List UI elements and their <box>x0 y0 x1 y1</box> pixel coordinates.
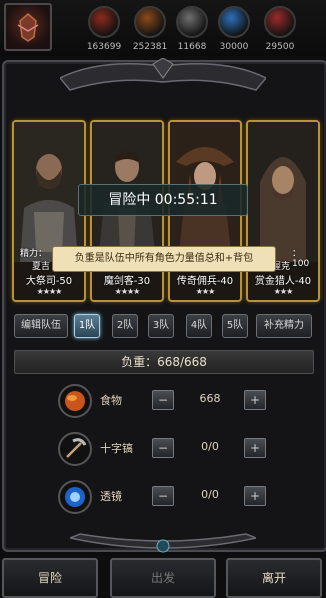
decrease-button[interactable]: − <box>152 486 174 506</box>
depart-button[interactable]: 出发 <box>110 558 216 598</box>
energy-label: 精力： <box>20 249 48 259</box>
pickaxe-icon <box>58 432 92 466</box>
load-capacity: 负重：668/668 <box>14 350 314 374</box>
item-name: 十字镐 <box>100 442 133 455</box>
decrease-button[interactable]: − <box>152 438 174 458</box>
food-resource[interactable]: 163699 <box>82 6 126 52</box>
character-stars-4: ★★★ <box>273 287 294 296</box>
character-name-4: 赏金猎人-40 <box>254 276 312 287</box>
character-stars-2: ★★★★ <box>114 287 141 296</box>
ore-resource[interactable]: 11668 <box>170 6 214 52</box>
tab-team-5[interactable]: 5队 <box>222 314 248 338</box>
wood-icon <box>134 6 166 38</box>
character-name-1: 大祭司-50 <box>25 276 73 287</box>
tab-team-4[interactable]: 4队 <box>186 314 212 338</box>
item-amount: 668 <box>199 392 221 405</box>
food-icon <box>58 384 92 418</box>
crystal-resource[interactable]: 30000 <box>212 6 256 52</box>
item-name: 透镜 <box>100 490 122 503</box>
character-name-2: 魔剑客-30 <box>103 276 151 287</box>
increase-button[interactable]: + <box>244 438 266 458</box>
adventure-button[interactable]: 冒险 <box>2 558 98 598</box>
top-ornament <box>60 58 266 91</box>
tab-team-2[interactable]: 2队 <box>112 314 138 338</box>
party-card-4[interactable]: ：100 渥克 赏金猎人-40 ★★★ <box>246 120 320 302</box>
character-portrait-4 <box>248 122 318 262</box>
resource-amount: 11668 <box>177 42 207 52</box>
item-amount: 0/0 <box>201 440 219 453</box>
resource-amount: 163699 <box>86 42 122 52</box>
player-avatar[interactable] <box>4 3 52 51</box>
bottom-ornament <box>70 533 256 553</box>
load-tooltip: 负重是队伍中所有角色力量值总和+背包 <box>52 246 276 272</box>
energy-value: ：100 <box>292 249 310 269</box>
decrease-button[interactable]: − <box>152 390 174 410</box>
character-portrait-1 <box>14 122 84 262</box>
leave-button[interactable]: 离开 <box>226 558 322 598</box>
character-name-3: 传奇佣兵-40 <box>176 276 234 287</box>
character-stars-1: ★★★★ <box>36 287 63 296</box>
gold-resource[interactable]: 29500 <box>258 6 302 52</box>
increase-button[interactable]: + <box>244 390 266 410</box>
item-amount: 0/0 <box>201 488 219 501</box>
crystal-icon <box>218 6 250 38</box>
item-name: 食物 <box>100 394 122 407</box>
wood-resource[interactable]: 252381 <box>128 6 172 52</box>
resource-amount: 252381 <box>132 42 168 52</box>
tab-team-1[interactable]: 1队 <box>74 314 100 338</box>
lens-icon <box>58 480 92 514</box>
character-nickname-1: 夏吉 <box>32 262 51 272</box>
gold-icon <box>264 6 296 38</box>
character-stars-3: ★★★ <box>195 287 216 296</box>
resource-amount: 30000 <box>219 42 249 52</box>
refill-energy-button[interactable]: 补充精力 <box>256 314 312 338</box>
party-card-1[interactable]: 精力： 夏吉 大祭司-50 ★★★★ <box>12 120 86 302</box>
item-row-lens: 透镜 − 0/0 + <box>58 476 298 516</box>
adventure-timer: 冒险中 00:55:11 <box>78 184 248 216</box>
ore-icon <box>176 6 208 38</box>
food-icon <box>88 6 120 38</box>
increase-button[interactable]: + <box>244 486 266 506</box>
edit-team-button[interactable]: 编辑队伍 <box>14 314 68 338</box>
tab-team-3[interactable]: 3队 <box>148 314 174 338</box>
resource-amount: 29500 <box>265 42 295 52</box>
item-row-food: 食物 − 668 + <box>58 380 298 420</box>
item-row-pickaxe: 十字镐 − 0/0 + <box>58 428 298 468</box>
